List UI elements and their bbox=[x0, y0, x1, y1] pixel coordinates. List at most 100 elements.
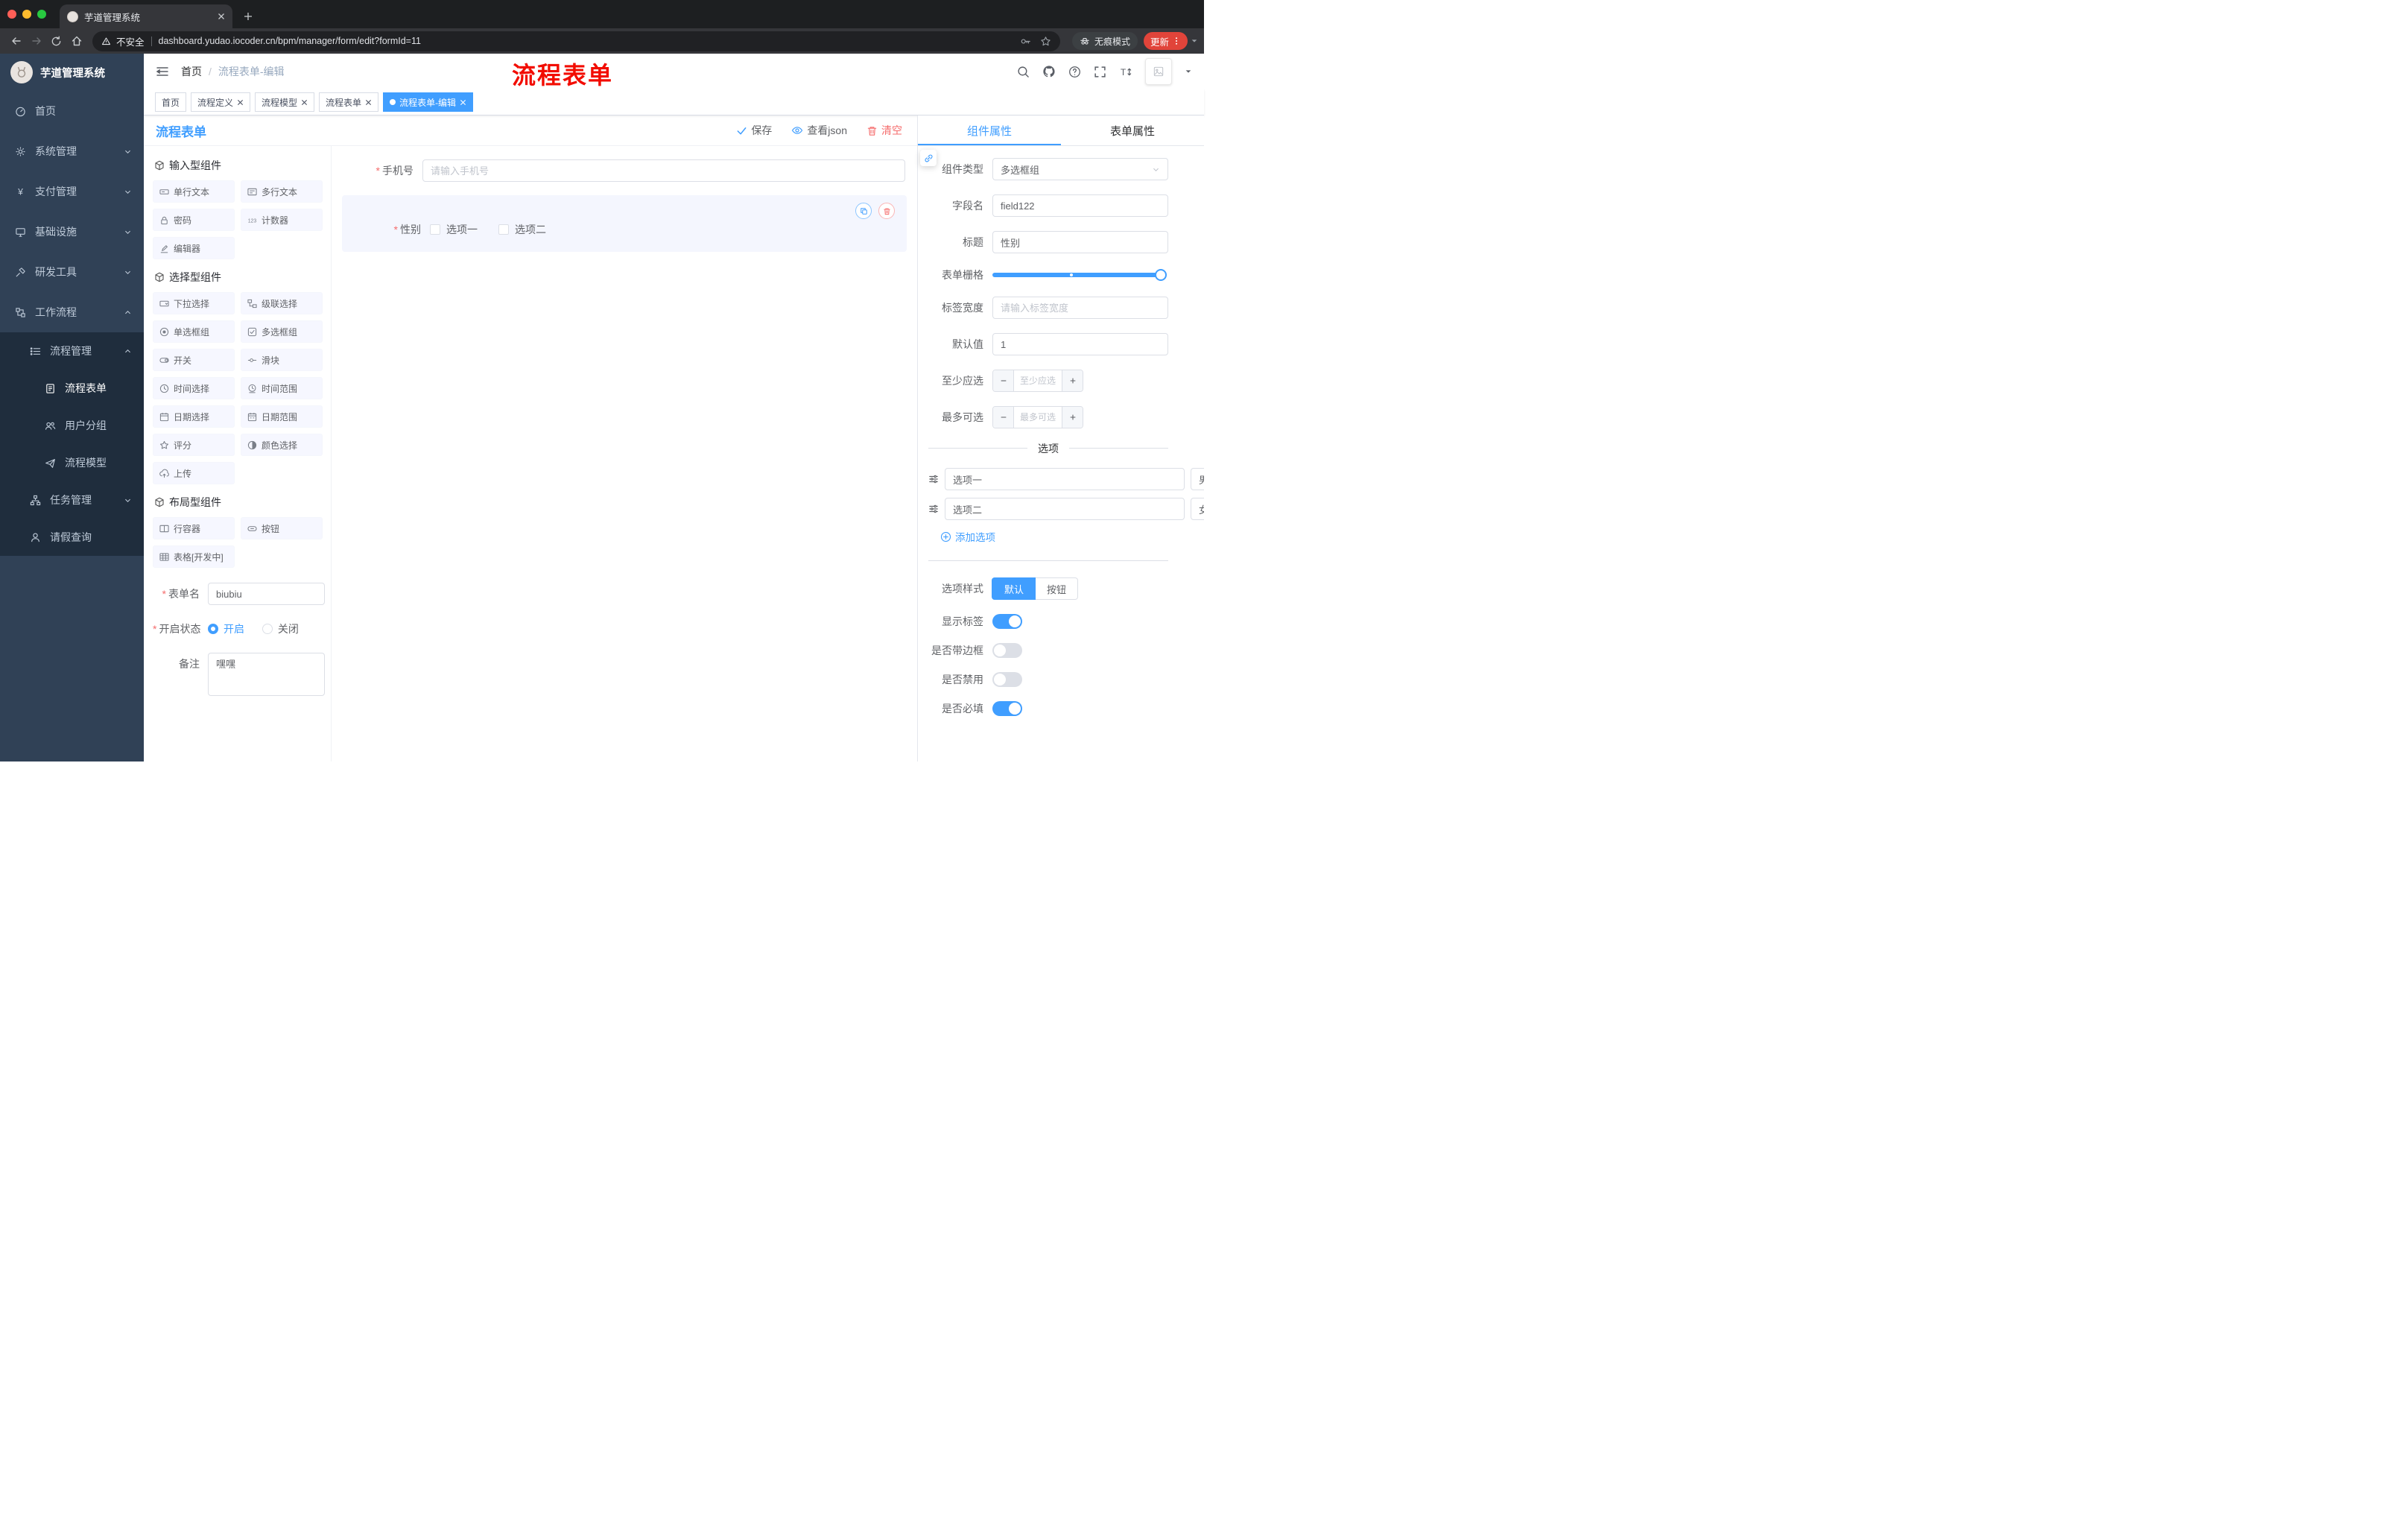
palette-item-table[interactable]: 表格[开发中] bbox=[153, 545, 235, 568]
copy-field-button[interactable] bbox=[855, 203, 872, 219]
slider-handle[interactable] bbox=[1155, 269, 1167, 281]
home-icon[interactable] bbox=[66, 31, 86, 51]
form-grid-slider[interactable] bbox=[992, 269, 1167, 281]
github-icon[interactable] bbox=[1042, 65, 1056, 78]
style-default-button[interactable]: 默认 bbox=[992, 577, 1036, 600]
component-type-select[interactable]: 多选框组 bbox=[992, 158, 1168, 180]
border-switch[interactable] bbox=[992, 643, 1022, 658]
password-key-icon[interactable] bbox=[1020, 36, 1031, 47]
status-off-radio[interactable]: 关闭 bbox=[262, 618, 299, 640]
delete-field-button[interactable] bbox=[878, 203, 895, 219]
palette-item-radio-group[interactable]: 单选框组 bbox=[153, 320, 235, 343]
tag-home[interactable]: 首页 bbox=[155, 92, 187, 112]
palette-item-editor[interactable]: 编辑器 bbox=[153, 237, 235, 259]
clear-button[interactable]: 清空 bbox=[866, 123, 902, 138]
default-value-input[interactable] bbox=[992, 333, 1168, 355]
palette-item-time-range[interactable]: 时间范围 bbox=[241, 377, 323, 399]
palette-item-date-range[interactable]: 日期范围 bbox=[241, 405, 323, 428]
palette-item-upload[interactable]: 上传 bbox=[153, 462, 235, 484]
palette-item-time-picker[interactable]: 时间选择 bbox=[153, 377, 235, 399]
drag-handle-icon[interactable] bbox=[928, 474, 939, 484]
view-json-button[interactable]: 查看json bbox=[791, 123, 847, 138]
tag-process-model[interactable]: 流程模型 bbox=[255, 92, 315, 112]
field-phone[interactable]: 手机号 bbox=[342, 156, 907, 185]
close-window-button[interactable] bbox=[7, 10, 16, 19]
chrome-caret-down-icon[interactable] bbox=[1191, 37, 1198, 45]
label-width-input[interactable] bbox=[992, 297, 1168, 319]
sidebar-item-process-model[interactable]: 流程模型 bbox=[0, 444, 144, 481]
palette-item-select[interactable]: 下拉选择 bbox=[153, 292, 235, 314]
sidebar-item-task-management[interactable]: 任务管理 bbox=[0, 481, 144, 519]
option-1-value-input[interactable] bbox=[1191, 468, 1204, 490]
increase-button[interactable] bbox=[1062, 407, 1083, 428]
sidebar-item-process-management[interactable]: 流程管理 bbox=[0, 332, 144, 370]
font-size-icon[interactable]: T bbox=[1119, 66, 1132, 78]
breadcrumb-home[interactable]: 首页 bbox=[181, 64, 202, 79]
add-option-button[interactable]: 添加选项 bbox=[940, 529, 1168, 544]
palette-item-button[interactable]: 按钮 bbox=[241, 517, 323, 539]
tag-close-icon[interactable] bbox=[301, 99, 308, 106]
option-2-name-input[interactable] bbox=[945, 498, 1185, 520]
new-tab-button[interactable] bbox=[238, 7, 258, 26]
browser-menu-dots-icon[interactable] bbox=[1172, 37, 1181, 45]
sidebar-item-leave-query[interactable]: 请假查询 bbox=[0, 519, 144, 556]
link-icon[interactable] bbox=[920, 150, 937, 166]
browser-tab[interactable]: 芋道管理系统 bbox=[60, 4, 232, 28]
style-button-button[interactable]: 按钮 bbox=[1036, 577, 1079, 600]
field-gender[interactable]: 性别 选项一 选项二 bbox=[351, 222, 898, 237]
back-icon[interactable] bbox=[6, 31, 26, 51]
address-bar[interactable]: 不安全 dashboard.yudao.iocoder.cn/bpm/manag… bbox=[92, 31, 1060, 51]
sidebar-item-devtools[interactable]: 研发工具 bbox=[0, 252, 144, 292]
field-gender-selected[interactable]: 性别 选项一 选项二 bbox=[342, 195, 907, 252]
palette-item-multi-text[interactable]: 多行文本 bbox=[241, 180, 323, 203]
decrease-button[interactable] bbox=[993, 370, 1014, 391]
sidebar-item-user-group[interactable]: 用户分组 bbox=[0, 407, 144, 444]
form-name-input[interactable] bbox=[208, 583, 325, 605]
decrease-button[interactable] bbox=[993, 407, 1014, 428]
increase-button[interactable] bbox=[1062, 370, 1083, 391]
tag-process-definition[interactable]: 流程定义 bbox=[191, 92, 251, 112]
tab-component-props[interactable]: 组件属性 bbox=[918, 115, 1061, 145]
sidebar-collapse-icon[interactable] bbox=[156, 65, 169, 78]
option-2-value-input[interactable] bbox=[1191, 498, 1204, 520]
sidebar-item-process-form[interactable]: 流程表单 bbox=[0, 370, 144, 407]
palette-item-slider[interactable]: 滑块 bbox=[241, 349, 323, 371]
palette-item-single-text[interactable]: 单行文本 bbox=[153, 180, 235, 203]
tag-process-form[interactable]: 流程表单 bbox=[319, 92, 379, 112]
sidebar-item-infrastructure[interactable]: 基础设施 bbox=[0, 212, 144, 252]
sidebar-item-workflow[interactable]: 工作流程 bbox=[0, 292, 144, 332]
avatar-caret-down-icon[interactable] bbox=[1185, 68, 1192, 75]
help-icon[interactable] bbox=[1068, 66, 1081, 78]
tab-form-props[interactable]: 表单属性 bbox=[1061, 115, 1204, 145]
gender-option-1-checkbox[interactable]: 选项一 bbox=[430, 222, 478, 237]
palette-item-row-container[interactable]: 行容器 bbox=[153, 517, 235, 539]
forward-icon[interactable] bbox=[26, 31, 46, 51]
tag-close-icon[interactable] bbox=[365, 99, 372, 106]
bookmark-star-icon[interactable] bbox=[1040, 36, 1051, 47]
option-1-name-input[interactable] bbox=[945, 468, 1185, 490]
palette-item-switch[interactable]: 开关 bbox=[153, 349, 235, 371]
status-on-radio[interactable]: 开启 bbox=[208, 618, 244, 640]
min-select-input[interactable] bbox=[1014, 370, 1062, 391]
drag-handle-icon[interactable] bbox=[928, 504, 939, 514]
palette-item-rate[interactable]: 评分 bbox=[153, 434, 235, 456]
reload-icon[interactable] bbox=[46, 31, 66, 51]
sidebar-item-payment[interactable]: ¥ 支付管理 bbox=[0, 171, 144, 212]
save-button[interactable]: 保存 bbox=[736, 123, 772, 138]
sidebar-item-system[interactable]: 系统管理 bbox=[0, 131, 144, 171]
tag-close-icon[interactable] bbox=[237, 99, 244, 106]
security-warning-icon[interactable] bbox=[101, 37, 111, 46]
palette-item-color-picker[interactable]: 颜色选择 bbox=[241, 434, 323, 456]
update-button[interactable]: 更新 bbox=[1143, 32, 1188, 50]
max-select-input[interactable] bbox=[1014, 407, 1062, 428]
disabled-switch[interactable] bbox=[992, 672, 1022, 687]
tag-close-icon[interactable] bbox=[460, 99, 466, 106]
required-switch[interactable] bbox=[992, 701, 1022, 716]
title-input[interactable] bbox=[992, 231, 1168, 253]
palette-item-counter[interactable]: 123 计数器 bbox=[241, 209, 323, 231]
form-canvas[interactable]: 手机号 bbox=[332, 146, 917, 762]
field-name-input[interactable] bbox=[992, 194, 1168, 217]
gender-option-2-checkbox[interactable]: 选项二 bbox=[498, 222, 546, 237]
sidebar-item-home[interactable]: 首页 bbox=[0, 91, 144, 131]
palette-item-password[interactable]: 密码 bbox=[153, 209, 235, 231]
